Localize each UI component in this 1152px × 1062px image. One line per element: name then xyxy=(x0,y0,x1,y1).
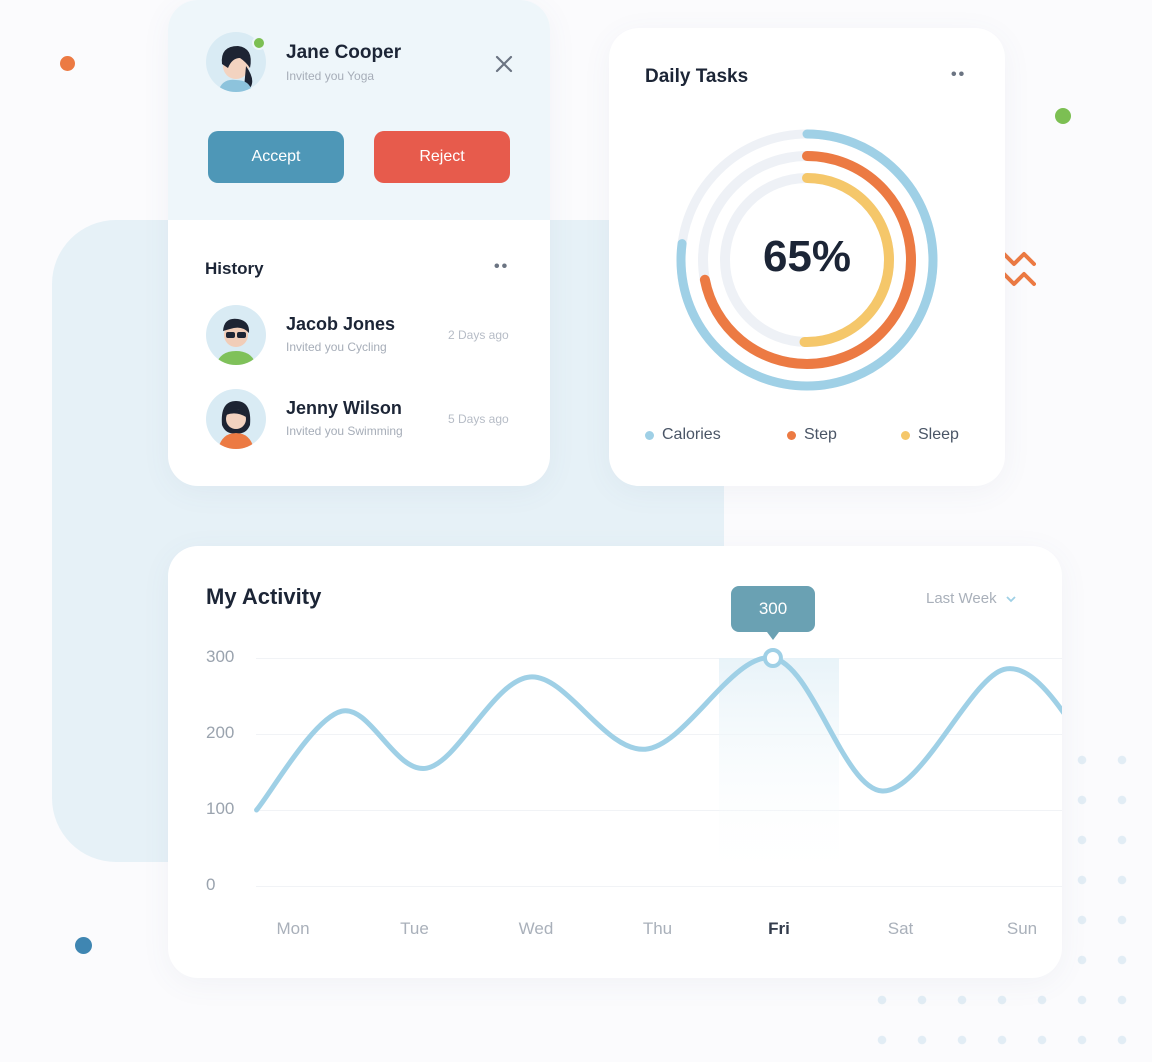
history-item-name: Jacob Jones xyxy=(286,314,396,334)
close-icon[interactable] xyxy=(494,54,514,74)
legend-calories: Calories xyxy=(645,426,721,444)
history-item-name: Jenny Wilson xyxy=(286,398,402,418)
legend-label: Calories xyxy=(662,426,721,443)
online-status-indicator xyxy=(252,36,266,50)
avatar-jacob-jones xyxy=(206,305,266,365)
reject-button[interactable]: Reject xyxy=(374,131,510,183)
legend-label: Sleep xyxy=(918,426,959,443)
orange-dot-decoration xyxy=(60,56,75,71)
legend-dot xyxy=(645,430,654,440)
activity-series-line xyxy=(254,655,1062,813)
progress-percent: 65% xyxy=(762,232,852,281)
daily-tasks-card: Daily Tasks •• 65% Calories Step Sleep xyxy=(609,28,1005,486)
history-item-subtitle: Invited you Swimming xyxy=(286,424,403,438)
x-tick-label: Mon xyxy=(276,919,310,938)
x-tick-label: Sat xyxy=(887,919,914,938)
avatar-jenny-wilson xyxy=(206,389,266,449)
x-tick-label: Tue xyxy=(400,919,429,938)
legend-sleep: Sleep xyxy=(901,426,959,444)
daily-tasks-more-icon[interactable]: •• xyxy=(951,66,966,84)
x-tick-label: Wed xyxy=(518,919,554,938)
invite-card: Jane Cooper Invited you Yoga Accept Reje… xyxy=(168,0,550,486)
accept-button[interactable]: Accept xyxy=(208,131,344,183)
history-title: History xyxy=(205,259,264,278)
legend-label: Step xyxy=(804,426,837,443)
highlight-point[interactable] xyxy=(762,648,783,668)
x-tick-label: Sun xyxy=(1006,919,1038,938)
legend-dot xyxy=(787,430,796,440)
x-tick-label: Thu xyxy=(642,919,673,938)
legend-step: Step xyxy=(787,426,837,444)
history-item-subtitle: Invited you Cycling xyxy=(286,340,387,354)
green-dot-decoration xyxy=(1055,108,1071,124)
history-more-icon[interactable]: •• xyxy=(494,258,509,276)
invite-sender-name: Jane Cooper xyxy=(286,42,402,63)
activity-card: My Activity Last Week 300 200 100 0 300 … xyxy=(168,546,1062,978)
daily-tasks-title: Daily Tasks xyxy=(645,66,749,87)
legend-dot xyxy=(901,430,910,440)
invite-subtitle: Invited you Yoga xyxy=(286,69,375,83)
x-tick-label: Fri xyxy=(768,919,790,938)
activity-line-chart xyxy=(254,648,1062,886)
history-item-time: 5 Days ago xyxy=(448,412,509,426)
blue-dot-decoration xyxy=(75,937,92,954)
chart-tooltip: 300 xyxy=(731,586,815,640)
highlight-column xyxy=(719,658,839,886)
history-item-time: 2 Days ago xyxy=(448,328,509,342)
